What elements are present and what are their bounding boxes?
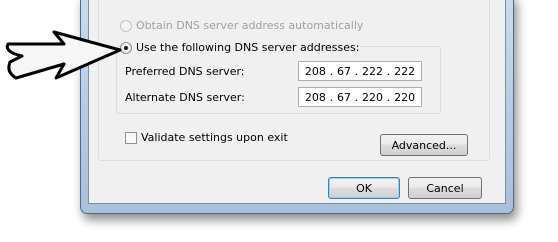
preferred-dns-octet-2[interactable]: 67 (337, 65, 351, 78)
preferred-dns-label: Preferred DNS server: (125, 65, 245, 78)
alternate-dns-input[interactable]: 208 . 67 . 220 . 220 (298, 87, 422, 107)
ip-separator: . (329, 90, 334, 104)
ok-button[interactable]: OK (328, 177, 400, 199)
alternate-dns-octet-4[interactable]: 220 (394, 91, 415, 104)
cancel-button[interactable]: Cancel (408, 177, 482, 199)
arrow-right-icon (5, 30, 122, 80)
use-following-dns-option[interactable]: Use the following DNS server addresses: (120, 41, 362, 54)
validate-settings-label: Validate settings upon exit (141, 131, 288, 144)
ip-separator: . (386, 90, 391, 104)
preferred-dns-input[interactable]: 208 . 67 . 222 . 222 (298, 61, 422, 81)
ip-separator: . (354, 64, 359, 78)
obtain-dns-auto-option[interactable]: Obtain DNS server address automatically (120, 19, 363, 32)
alternate-dns-octet-3[interactable]: 220 (362, 91, 383, 104)
use-following-dns-label: Use the following DNS server addresses: (136, 41, 360, 54)
alternate-dns-octet-1[interactable]: 208 (305, 91, 326, 104)
alternate-dns-octet-2[interactable]: 67 (337, 91, 351, 104)
ip-separator: . (329, 64, 334, 78)
preferred-dns-octet-3[interactable]: 222 (362, 65, 383, 78)
ip-separator: . (354, 90, 359, 104)
ip-separator: . (386, 64, 391, 78)
obtain-dns-auto-label: Obtain DNS server address automatically (136, 19, 364, 32)
preferred-dns-octet-1[interactable]: 208 (305, 65, 326, 78)
preferred-dns-octet-4[interactable]: 222 (394, 65, 415, 78)
advanced-button[interactable]: Advanced... (380, 134, 468, 156)
alternate-dns-label: Alternate DNS server: (125, 91, 245, 104)
validate-settings-checkbox[interactable] (125, 131, 137, 144)
validate-settings-option[interactable]: Validate settings upon exit (125, 131, 288, 144)
